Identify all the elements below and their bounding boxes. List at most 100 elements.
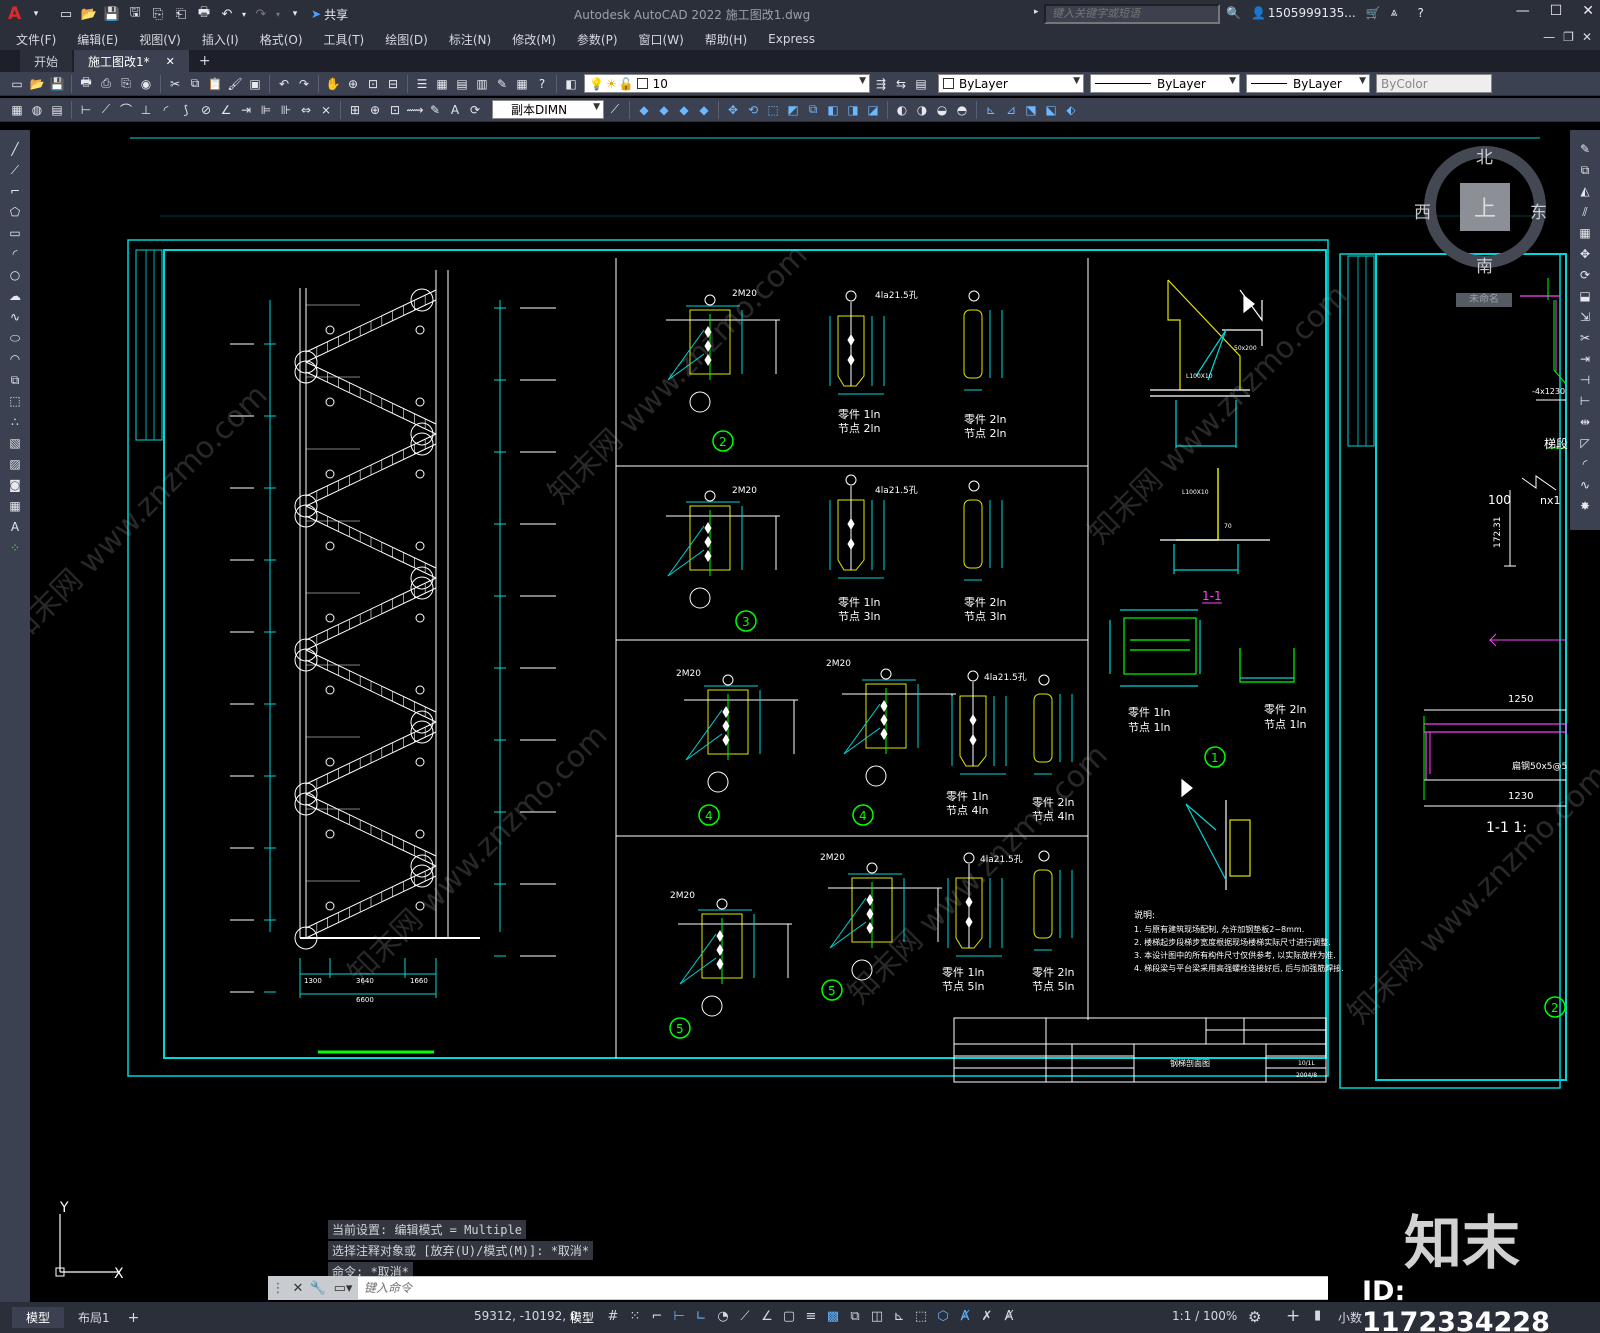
circle-icon[interactable]: ○ <box>5 266 25 284</box>
3d-section-icon[interactable]: ◨ <box>844 101 862 119</box>
layer-lock-icon[interactable]: 🔓 <box>619 77 634 91</box>
autocad-logo-icon[interactable]: A <box>8 4 26 24</box>
3d-union-icon[interactable]: ◪ <box>864 101 882 119</box>
calculator-icon[interactable]: ▦ <box>513 75 531 93</box>
dynamic-input-icon[interactable]: ⊢ <box>670 1306 688 1326</box>
object-snap-tracking-icon[interactable]: ∠ <box>758 1306 776 1326</box>
baseline-dim-icon[interactable]: ⊫ <box>257 101 275 119</box>
layer-freeze-icon[interactable]: ☀ <box>606 77 617 91</box>
wcs-menu[interactable]: 未命名 <box>1456 293 1512 307</box>
aligned-dim-icon[interactable]: ⟋ <box>97 101 115 119</box>
web-mobile-save-icon[interactable]: ⎗ <box>171 4 191 24</box>
menu-insert[interactable]: 插入(I) <box>202 31 239 48</box>
drawing-canvas[interactable]: 1300 3640 1660 6600 2M20 4la21.5孔 2 零件 1ln 节… <box>0 130 1600 1302</box>
block-editor-icon[interactable]: ▣ <box>246 75 264 93</box>
break-point-icon[interactable]: ⊣ <box>1575 371 1595 389</box>
ortho-icon[interactable]: ∟ <box>692 1306 710 1326</box>
dimstyle-dropdown[interactable]: 副本DIMN ▼ <box>492 100 604 119</box>
tab-model[interactable]: 模型 <box>12 1307 65 1328</box>
layer-state-icon[interactable]: ▤ <box>912 75 930 93</box>
copy-icon[interactable]: ⧉ <box>186 75 204 93</box>
zoom-previous-icon[interactable]: ⊟ <box>384 75 402 93</box>
tab-start[interactable]: 开始 <box>20 50 73 72</box>
3d-mirror-icon[interactable]: ◩ <box>784 101 802 119</box>
save-icon[interactable]: 💾 <box>102 4 122 24</box>
center-mark-icon[interactable]: ⊕ <box>366 101 384 119</box>
add-layout-icon[interactable]: + <box>128 1310 140 1326</box>
undo-icon[interactable]: ↶ <box>217 4 237 24</box>
command-input[interactable] <box>358 1277 1328 1299</box>
jogged-linear-icon[interactable]: ⟿ <box>406 101 424 119</box>
material-icon[interactable]: ◒ <box>933 101 951 119</box>
tool-icon[interactable]: ◍ <box>28 101 46 119</box>
search-icon[interactable]: 🔍 <box>1226 6 1241 20</box>
polar-tracking-icon[interactable]: ◔ <box>714 1306 732 1326</box>
publish-icon[interactable]: ⎘ <box>117 75 135 93</box>
username-label[interactable]: 1505999135... <box>1268 6 1356 20</box>
stretch-icon[interactable]: ⇲ <box>1575 308 1595 326</box>
gizmo-icon[interactable]: ⬡ <box>934 1306 952 1326</box>
ucs-face-icon[interactable]: ⬔ <box>1022 101 1040 119</box>
add-selected-icon[interactable]: ⁘ <box>5 539 25 557</box>
selection-filter-icon[interactable]: ⬚ <box>912 1306 930 1326</box>
coordinates-readout[interactable]: 59312, -10192, 0 <box>474 1309 578 1323</box>
render-icon[interactable]: ◑ <box>913 101 931 119</box>
minimize-icon[interactable]: — <box>1516 3 1530 19</box>
paste-icon[interactable]: 📋 <box>206 75 224 93</box>
linetype-dropdown[interactable]: ByLayer ▼ <box>1090 74 1240 93</box>
tool-palettes-icon[interactable]: ▤ <box>453 75 471 93</box>
light-icon[interactable]: ◓ <box>953 101 971 119</box>
redo-icon[interactable]: ↷ <box>251 4 271 24</box>
arc-length-icon[interactable]: ⌒ <box>117 101 135 119</box>
doc-minimize-icon[interactable]: — <box>1543 30 1555 44</box>
share-button[interactable]: ➤ 共享 <box>311 6 348 23</box>
point-icon[interactable]: ∴ <box>5 413 25 431</box>
grid-icon[interactable]: # <box>604 1306 622 1326</box>
help-icon[interactable]: ? <box>533 75 551 93</box>
ucs-world-icon[interactable]: ⊿ <box>1002 101 1020 119</box>
units-value[interactable]: 小数 <box>1338 1309 1362 1326</box>
dim-edit-icon[interactable]: ✎ <box>426 101 444 119</box>
cart-icon[interactable]: 🛒 <box>1366 6 1381 20</box>
plot-preview-icon[interactable]: ⎙ <box>97 75 115 93</box>
lineweight-dropdown[interactable]: ByLayer ▼ <box>1246 74 1370 93</box>
table-icon[interactable]: ▦ <box>5 497 25 515</box>
ucs-view-icon[interactable]: ⬕ <box>1042 101 1060 119</box>
customize-quick-access-icon[interactable]: ▾ <box>285 4 305 24</box>
menu-edit[interactable]: 编辑(E) <box>77 31 118 48</box>
cut-icon[interactable]: ✂ <box>166 75 184 93</box>
make-block-icon[interactable]: ⬚ <box>5 392 25 410</box>
zoom-realtime-icon[interactable]: ⊕ <box>344 75 362 93</box>
3d-slice-icon[interactable]: ◧ <box>824 101 842 119</box>
explode-icon[interactable]: ✸ <box>1575 497 1595 515</box>
visual-style-icon[interactable]: ◐ <box>893 101 911 119</box>
join-icon[interactable]: ⇹ <box>1575 413 1595 431</box>
dim-update-icon[interactable]: ⟳ <box>466 101 484 119</box>
design-center-icon[interactable]: ▦ <box>433 75 451 93</box>
search-expand-icon[interactable]: ▸ <box>1034 7 1039 17</box>
polygon-icon[interactable]: ⬠ <box>5 203 25 221</box>
hatch-icon[interactable]: ▧ <box>5 434 25 452</box>
layer-dropdown[interactable]: 💡 ☀ 🔓 10 ▼ <box>584 74 870 93</box>
undo-icon[interactable]: ↶ <box>275 75 293 93</box>
compass-north[interactable]: 北 <box>1476 143 1493 168</box>
3d-print-icon[interactable]: ◉ <box>137 75 155 93</box>
viewcube-top-face[interactable]: 上 <box>1460 183 1510 231</box>
3d-cylinder-icon[interactable]: ◆ <box>655 101 673 119</box>
quick-dim-icon[interactable]: ⇥ <box>237 101 255 119</box>
restore-icon[interactable]: ☐ <box>1550 3 1563 19</box>
doc-restore-icon[interactable]: ❐ <box>1563 30 1574 44</box>
arc-icon[interactable]: ◜ <box>5 245 25 263</box>
3d-align-icon[interactable]: ⬚ <box>764 101 782 119</box>
plus-icon[interactable]: + <box>1286 1306 1300 1326</box>
redo-icon[interactable]: ↷ <box>295 75 313 93</box>
close-icon[interactable]: ✕ <box>1582 3 1594 19</box>
menu-help[interactable]: 帮助(H) <box>705 31 747 48</box>
new-file-icon[interactable]: ▭ <box>56 4 76 24</box>
layer-previous-icon[interactable]: ⇆ <box>892 75 910 93</box>
copy-object-icon[interactable]: ⧉ <box>1575 161 1595 179</box>
linear-dim-icon[interactable]: ⊢ <box>77 101 95 119</box>
new-icon[interactable]: ▭ <box>8 75 26 93</box>
layer-properties-icon[interactable]: ◧ <box>562 75 580 93</box>
ellipse-icon[interactable]: ⬭ <box>5 329 25 347</box>
